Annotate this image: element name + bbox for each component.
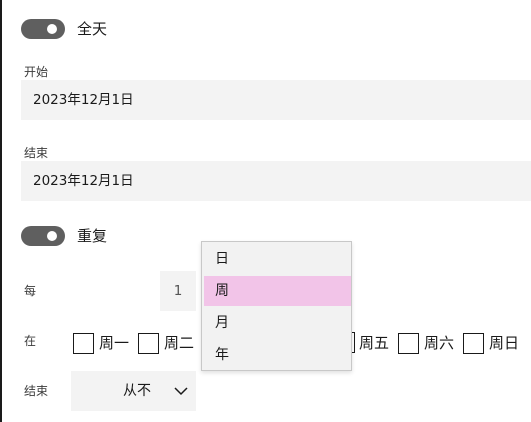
dropdown-option-day[interactable]: 日 <box>204 244 351 274</box>
checkbox-icon <box>398 332 419 354</box>
day-checkbox-saturday[interactable]: 周六 <box>398 331 454 355</box>
end-date-label: 结束 <box>24 146 49 160</box>
chevron-down-icon <box>174 387 188 396</box>
start-label: 开始 <box>24 65 49 79</box>
on-days-label: 在 <box>24 334 37 348</box>
start-date-field[interactable]: 2023年12月1日 <box>21 80 531 120</box>
checkbox-icon <box>138 332 159 354</box>
day-label: 周六 <box>424 334 455 352</box>
day-label: 周二 <box>164 334 195 352</box>
panel-left-border <box>0 0 2 422</box>
toggle-knob <box>47 231 57 241</box>
end-date-field[interactable]: 2023年12月1日 <box>21 161 531 201</box>
day-checkbox-sunday[interactable]: 周日 <box>463 331 519 355</box>
end-repeat-label: 结束 <box>24 384 49 398</box>
checkbox-icon <box>463 332 484 354</box>
dropdown-option-year[interactable]: 年 <box>204 340 351 370</box>
day-label: 周日 <box>489 334 520 352</box>
end-repeat-select[interactable]: 从不 <box>71 371 196 411</box>
repeat-label: 重复 <box>77 227 108 245</box>
day-label: 周一 <box>99 334 130 352</box>
repeat-toggle[interactable] <box>21 226 65 246</box>
toggle-knob <box>47 24 57 34</box>
dropdown-option-week[interactable]: 周 <box>204 276 351 306</box>
dropdown-option-month[interactable]: 月 <box>204 308 351 338</box>
all-day-label: 全天 <box>77 20 108 38</box>
interval-input[interactable]: 1 <box>160 271 196 311</box>
day-checkbox-friday[interactable]: 周五 <box>359 331 389 355</box>
every-label: 每 <box>24 284 37 298</box>
event-repeat-panel: 全天 开始 2023年12月1日 结束 2023年12月1日 重复 每 1 在 … <box>0 0 531 422</box>
checkbox-icon <box>73 332 94 354</box>
all-day-toggle[interactable] <box>21 19 65 39</box>
frequency-dropdown-menu: 日 周 月 年 <box>201 241 352 371</box>
end-repeat-value: 从不 <box>123 383 151 399</box>
day-checkbox-monday[interactable]: 周一 <box>73 331 129 355</box>
day-checkbox-tuesday[interactable]: 周二 <box>138 331 194 355</box>
day-label: 周五 <box>359 334 390 352</box>
